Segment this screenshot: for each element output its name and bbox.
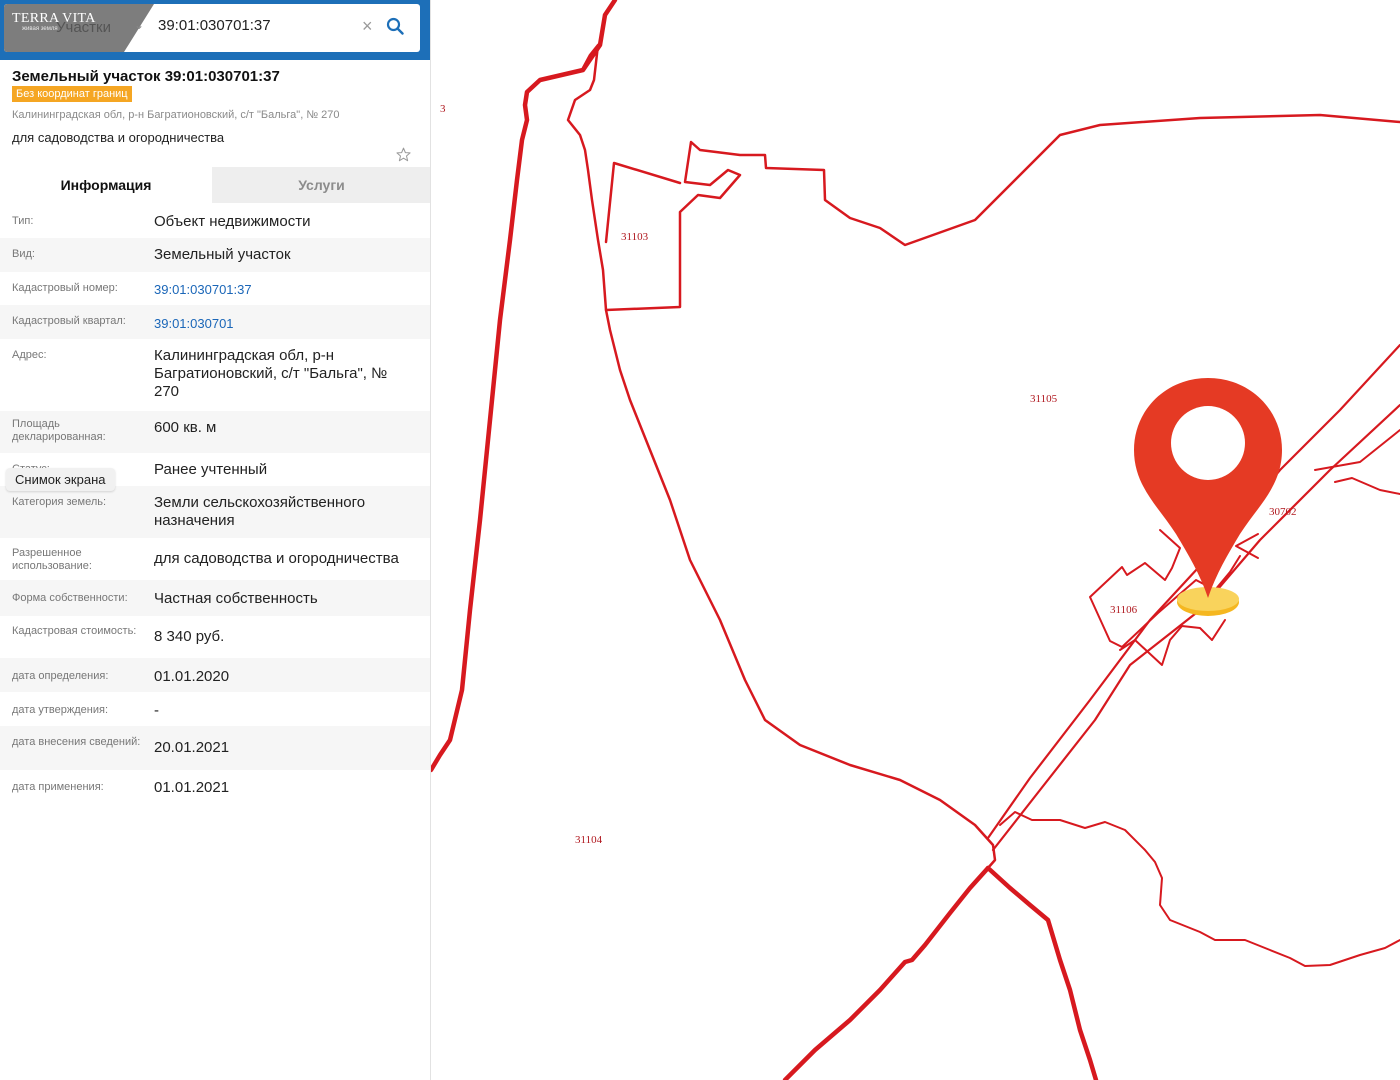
status-badge: Без координат границ: [12, 86, 132, 102]
tab-information[interactable]: Информация: [0, 167, 212, 203]
row-value: 600 кв. м: [154, 419, 217, 436]
row-approval-date: дата утверждения: -: [0, 692, 430, 726]
cadastral-map[interactable]: 3 31103 31105 30702 31106 31104: [431, 0, 1400, 1080]
close-icon[interactable]: ×: [362, 16, 373, 36]
cadastral-quarter-link[interactable]: 39:01:030701: [154, 315, 416, 333]
row-label: Вид:: [12, 248, 35, 260]
row-land-category: Категория земель: Земли сельскохозяйстве…: [0, 486, 430, 538]
info-table: Тип: Объект недвижимости Вид: Земельный …: [0, 205, 430, 804]
row-cadastral-quarter: Кадастровый квартал: 39:01:030701: [0, 305, 430, 339]
row-label: Тип:: [12, 215, 34, 227]
screenshot-tooltip: Снимок экрана: [6, 468, 115, 491]
row-label: Адрес:: [12, 349, 47, 361]
row-value: 8 340 руб.: [154, 628, 225, 645]
object-usage: для садоводства и огородничества: [12, 130, 225, 145]
row-value: Объект недвижимости: [154, 213, 311, 230]
row-value: Земельный участок: [154, 246, 291, 263]
row-value: Калининградская обл, р-н Багратионовский…: [154, 347, 388, 400]
row-label: дата внесения сведений:: [12, 736, 141, 748]
map-parcel-label: 31104: [575, 834, 603, 846]
row-type: Тип: Объект недвижимости: [0, 205, 430, 238]
row-label: Площадь декларированная:: [12, 418, 106, 443]
row-entry-date: дата внесения сведений: 20.01.2021: [0, 726, 430, 770]
star-icon[interactable]: [396, 147, 411, 167]
row-cadastral-value: Кадастровая стоимость: 8 340 руб.: [0, 616, 430, 658]
row-label: Категория земель:: [12, 496, 107, 508]
row-label: Форма собственности:: [12, 592, 128, 604]
tab-services[interactable]: Услуги: [212, 167, 430, 203]
tab-bar: Информация Услуги: [0, 167, 430, 203]
row-value: 01.01.2021: [154, 779, 230, 796]
row-label: дата определения:: [12, 670, 109, 682]
object-address: Калининградская обл, р-н Багратионовский…: [12, 109, 340, 121]
info-panel: TERRA VITA живая земля Участки ⌄ × Земел…: [0, 0, 431, 1080]
row-address: Адрес: Калининградская обл, р-н Багратио…: [0, 339, 430, 411]
row-value: Частная собственность: [154, 590, 318, 607]
map-parcel-label: 31103: [621, 231, 649, 243]
row-label: Кадастровая стоимость:: [12, 625, 137, 637]
location-pin-icon[interactable]: [1128, 378, 1288, 618]
map-parcel-label: 31105: [1030, 393, 1058, 405]
row-ownership: Форма собственности: Частная собственнос…: [0, 580, 430, 616]
search-bar: TERRA VITA живая земля Участки ⌄ ×: [0, 0, 430, 60]
row-label: дата утверждения:: [12, 704, 109, 716]
chevron-down-icon[interactable]: ⌄: [134, 18, 144, 32]
row-application-date: дата применения: 01.01.2021: [0, 770, 430, 804]
row-permitted-use: Разрешенное использование: для садоводст…: [0, 538, 430, 580]
row-declared-area: Площадь декларированная: 600 кв. м: [0, 411, 430, 453]
row-label: Кадастровый квартал:: [12, 315, 126, 327]
row-value: 20.01.2021: [154, 739, 230, 756]
row-value: для садоводства и огородничества: [154, 550, 399, 567]
row-determination-date: дата определения: 01.01.2020: [0, 658, 430, 692]
object-title: Земельный участок 39:01:030701:37: [12, 68, 280, 85]
search-type-select[interactable]: Участки: [56, 19, 111, 36]
row-value: Ранее учтенный: [154, 461, 268, 478]
row-label: Кадастровый номер:: [12, 282, 118, 294]
cadastral-number-link[interactable]: 39:01:030701:37: [154, 281, 416, 299]
row-value: -: [154, 702, 159, 719]
row-label: дата применения:: [12, 781, 104, 793]
search-icon[interactable]: [386, 17, 404, 40]
row-label: Разрешенное использование:: [12, 547, 92, 572]
row-value: Земли сельскохозяйственного назначения: [154, 494, 366, 529]
row-value: 01.01.2020: [154, 668, 230, 685]
row-kind: Вид: Земельный участок: [0, 238, 430, 272]
map-parcel-label: 3: [440, 103, 446, 115]
logo-subtitle: живая земля: [22, 26, 58, 32]
row-cadastral-number: Кадастровый номер: 39:01:030701:37: [0, 272, 430, 305]
search-input[interactable]: [158, 17, 348, 34]
